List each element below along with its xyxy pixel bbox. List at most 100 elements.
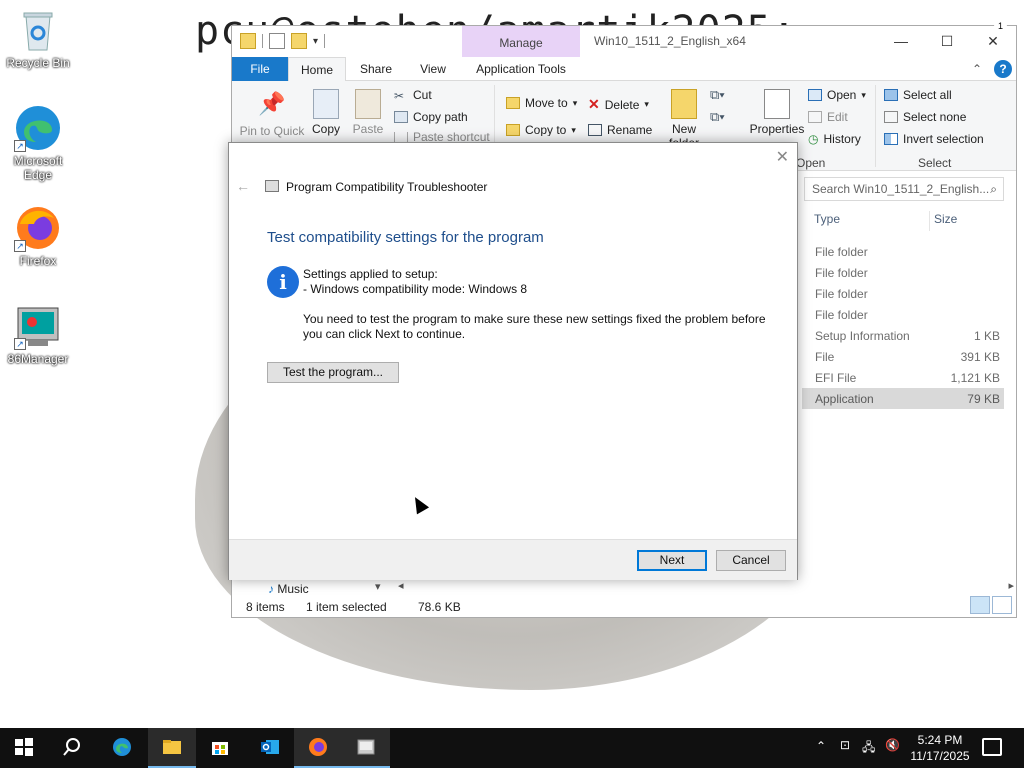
- rename-button[interactable]: Rename: [588, 124, 652, 136]
- column-header-size[interactable]: Size: [934, 212, 957, 226]
- tab-home[interactable]: Home: [288, 57, 346, 82]
- windows-logo-icon: [15, 738, 33, 756]
- new-folder-button[interactable]: New folder: [658, 89, 710, 145]
- file-type: File: [815, 350, 835, 364]
- column-header-type[interactable]: Type: [814, 212, 840, 226]
- file-type: Application: [815, 392, 874, 406]
- invert-selection-button[interactable]: Invert selection: [884, 132, 984, 146]
- copy-path-button[interactable]: Copy path: [394, 110, 468, 124]
- taskbar: ⌃ ⊡ 🖧 🔇 5:24 PM 11/17/2025: [0, 728, 1024, 768]
- test-program-button[interactable]: Test the program...: [267, 362, 399, 383]
- taskbar-troubleshooter[interactable]: [342, 728, 390, 768]
- easy-access-icon[interactable]: ⧉▾: [710, 109, 725, 125]
- tab-file[interactable]: File: [232, 57, 288, 81]
- details-view-button[interactable]: [970, 596, 990, 614]
- chevron-down-icon: ▾: [572, 97, 578, 108]
- desktop-icon-firefox[interactable]: ↗ Firefox: [0, 204, 76, 268]
- select-none-label: Select none: [903, 110, 967, 124]
- ribbon-tabs: File Home Share View Application Tools ⌃…: [232, 57, 1016, 82]
- pin-to-quick-access-button[interactable]: 📌 Pin to Quick access: [238, 91, 306, 144]
- chevron-down-icon[interactable]: ▾: [375, 580, 381, 593]
- scroll-right-arrow-icon[interactable]: ▸: [1008, 579, 1014, 592]
- select-all-button[interactable]: Select all: [884, 88, 952, 102]
- desktop-icon-recycle-bin[interactable]: Recycle Bin: [0, 6, 76, 70]
- open-button[interactable]: Open ▾: [808, 88, 866, 102]
- paste-button[interactable]: Paste: [342, 89, 394, 136]
- history-icon: ◷: [808, 132, 819, 146]
- nav-item-music[interactable]: ♪ Music: [268, 582, 309, 596]
- file-row[interactable]: File folder: [802, 283, 1004, 304]
- cut-button[interactable]: ✂ Cut: [394, 88, 432, 103]
- volume-muted-icon[interactable]: 🔇: [885, 738, 900, 768]
- chevron-down-icon: ▾: [571, 124, 576, 135]
- file-row[interactable]: File folder: [802, 241, 1004, 262]
- desktop-icon-86manager[interactable]: ↗ 86Manager: [0, 302, 76, 366]
- tab-application-tools[interactable]: Application Tools: [464, 57, 578, 81]
- recycle-bin-icon: [14, 6, 62, 54]
- show-hidden-icons-icon[interactable]: ⌃: [816, 739, 826, 768]
- taskbar-search-button[interactable]: [48, 728, 96, 768]
- copy-to-icon: [506, 124, 520, 136]
- start-button[interactable]: [0, 728, 48, 768]
- maximize-button[interactable]: ☐: [924, 26, 970, 57]
- tab-manage[interactable]: Manage: [462, 26, 580, 57]
- help-icon[interactable]: ?: [994, 60, 1012, 78]
- file-row-selected[interactable]: Application 79 KB: [802, 388, 1004, 409]
- store-icon: [212, 742, 228, 755]
- back-arrow-icon[interactable]: ←: [236, 178, 250, 194]
- status-size: 78.6 KB: [418, 600, 461, 614]
- horizontal-scrollbar[interactable]: ◂ ▸: [392, 578, 1018, 594]
- paste-shortcut-button[interactable]: Paste shortcut: [394, 132, 490, 142]
- file-row[interactable]: EFI File 1,121 KB: [802, 367, 1004, 388]
- network-icon[interactable]: 🖧: [862, 738, 875, 768]
- taskbar-store[interactable]: [196, 728, 244, 768]
- qat-dropdown-icon[interactable]: ▾: [313, 36, 318, 47]
- properties-check-icon[interactable]: [269, 33, 285, 49]
- search-input[interactable]: Search Win10_1511_2_English... ⌕: [804, 177, 1004, 201]
- move-to-button[interactable]: Move to ▾: [506, 96, 577, 110]
- file-row[interactable]: File folder: [802, 304, 1004, 325]
- close-icon[interactable]: ✕: [776, 147, 789, 167]
- select-all-label: Select all: [903, 88, 952, 102]
- file-type: File folder: [815, 266, 868, 280]
- 86manager-icon: ↗: [14, 302, 62, 350]
- file-type: File folder: [815, 308, 868, 322]
- desktop-icon-edge[interactable]: ↗ Microsoft Edge: [0, 104, 76, 182]
- scroll-left-arrow-icon[interactable]: ◂: [398, 579, 404, 592]
- file-row[interactable]: File folder: [802, 262, 1004, 283]
- file-row[interactable]: Setup Information 1 KB: [802, 325, 1004, 346]
- large-icons-view-button[interactable]: [992, 596, 1012, 614]
- camera-icon[interactable]: ⊡: [840, 738, 850, 768]
- clock[interactable]: 5:24 PM 11/17/2025: [907, 732, 973, 764]
- select-none-button[interactable]: Select none: [884, 110, 966, 124]
- search-icon: ⌕: [990, 182, 997, 196]
- history-button[interactable]: ◷ History: [808, 132, 861, 146]
- taskbar-firefox[interactable]: [294, 728, 342, 768]
- open-icon: [808, 89, 822, 101]
- folder-icon[interactable]: [240, 33, 256, 49]
- file-type: File folder: [815, 287, 868, 301]
- edit-button[interactable]: Edit: [808, 110, 848, 124]
- select-none-icon: [884, 111, 898, 123]
- ribbon-collapse-icon[interactable]: ⌃: [972, 62, 982, 76]
- file-size: 1 KB: [973, 329, 1000, 343]
- taskbar-outlook[interactable]: [246, 728, 294, 768]
- new-item-icon[interactable]: ⧉▾: [710, 87, 725, 103]
- notification-center-icon[interactable]: [982, 738, 1002, 756]
- taskbar-file-explorer[interactable]: [148, 728, 196, 768]
- file-row[interactable]: File 391 KB: [802, 346, 1004, 367]
- delete-button[interactable]: ✕ Delete ▾: [588, 96, 649, 113]
- tab-share[interactable]: Share: [354, 57, 398, 81]
- taskbar-edge[interactable]: [98, 728, 146, 768]
- close-button[interactable]: ✕: [970, 26, 1016, 57]
- new-folder-icon[interactable]: [291, 33, 307, 49]
- tab-view[interactable]: View: [414, 57, 452, 81]
- cancel-button[interactable]: Cancel: [716, 550, 786, 571]
- music-icon: ♪: [268, 582, 274, 596]
- minimize-button[interactable]: —: [878, 26, 924, 57]
- next-button[interactable]: Next: [637, 550, 707, 571]
- copy-path-icon: [394, 111, 408, 123]
- copy-to-button[interactable]: Copy to ▾: [506, 124, 576, 136]
- properties-button[interactable]: Properties: [748, 89, 806, 136]
- troubleshooter-icon: [357, 739, 375, 755]
